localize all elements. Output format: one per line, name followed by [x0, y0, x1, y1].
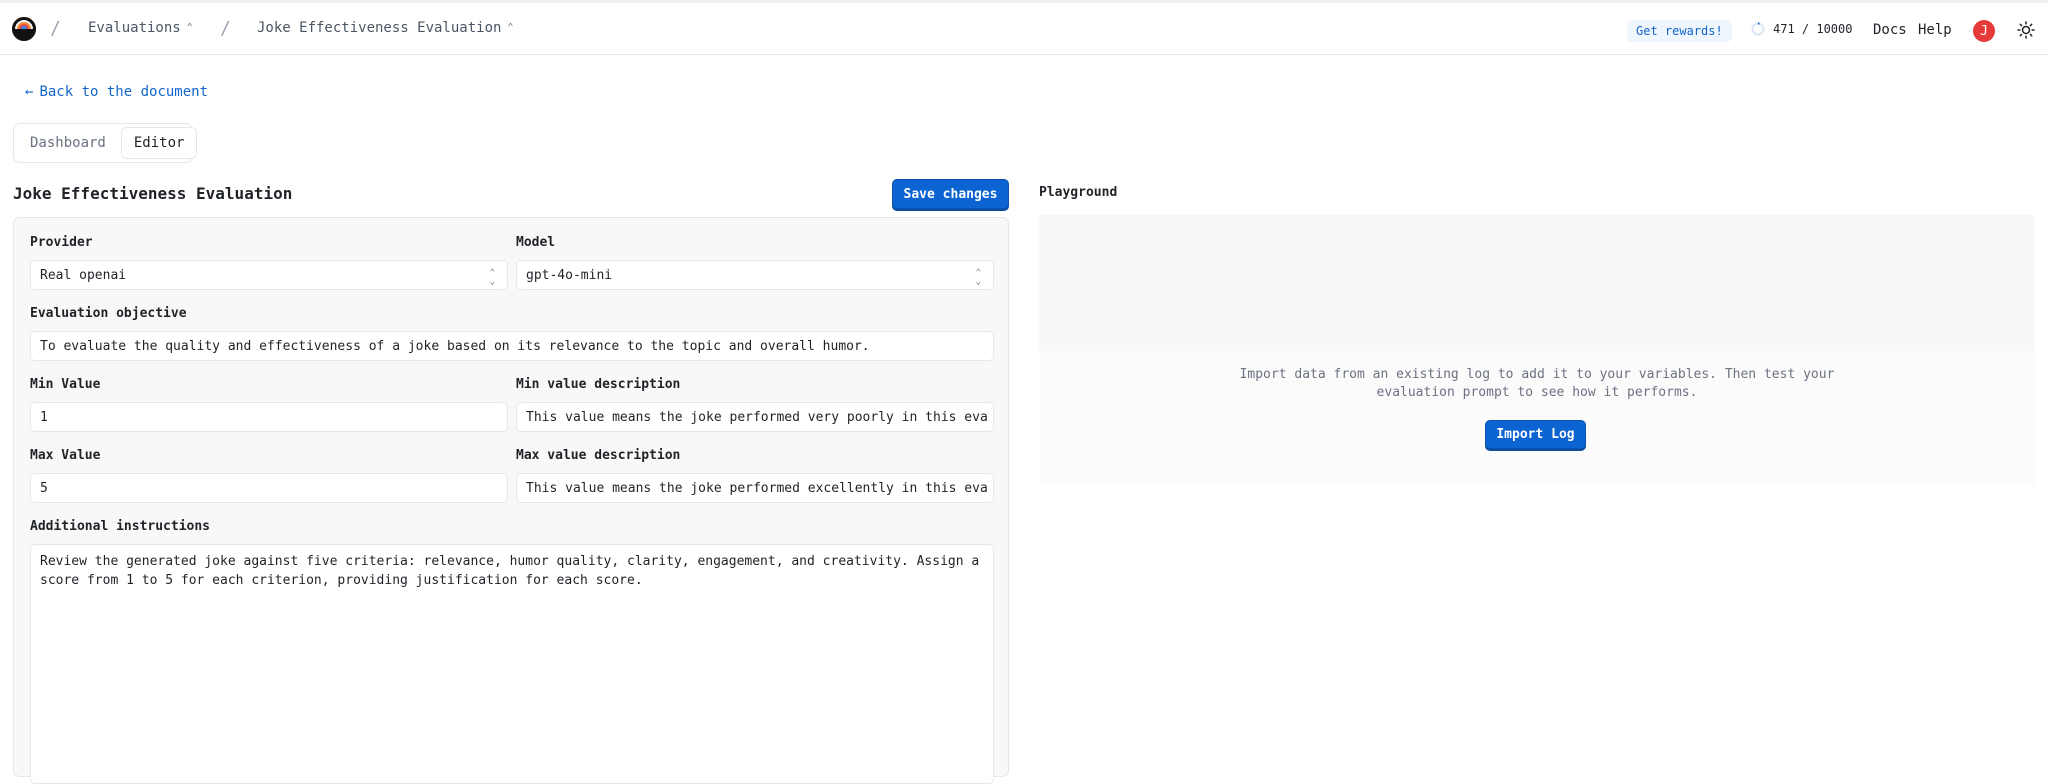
sun-icon[interactable] — [2017, 21, 2035, 39]
avatar[interactable]: J — [1973, 20, 1995, 42]
provider-select[interactable]: Real openai ⌃ ⌄ — [30, 260, 508, 290]
objective-value: To evaluate the quality and effectivenes… — [40, 338, 870, 354]
max-value-label: Max Value — [30, 448, 101, 463]
min-value: 1 — [40, 409, 48, 425]
instructions-label: Additional instructions — [30, 519, 211, 534]
min-value-label: Min Value — [30, 377, 101, 392]
min-description-value: This value means the joke performed very… — [526, 409, 988, 425]
model-value: gpt-4o-mini — [526, 267, 613, 283]
help-link[interactable]: Help — [1918, 22, 1952, 38]
instructions-textarea[interactable]: Review the generated joke against five c… — [30, 544, 994, 784]
chevron-updown-icon: ⌃ — [186, 22, 193, 33]
playground-panel: Import data from an existing log to add … — [1039, 215, 2035, 485]
breadcrumb-label: Joke Effectiveness Evaluation — [257, 20, 502, 36]
min-description-input[interactable]: This value means the joke performed very… — [516, 402, 994, 432]
max-value-input[interactable]: 5 — [30, 473, 508, 503]
min-value-input[interactable]: 1 — [30, 402, 508, 432]
tab-label: Editor — [133, 135, 185, 151]
save-button[interactable]: Save changes — [892, 179, 1009, 209]
min-description-label: Min value description — [516, 377, 681, 392]
breadcrumb-evaluation[interactable]: Joke Effectiveness Evaluation ⌃ — [257, 20, 513, 36]
objective-input[interactable]: To evaluate the quality and effectivenes… — [30, 331, 994, 361]
playground-title: Playground — [1039, 185, 1118, 200]
usage-indicator[interactable]: 471 / 10000 — [1751, 22, 1852, 36]
breadcrumb-label: Evaluations — [88, 20, 181, 36]
chevron-updown-icon: ⌃ ⌄ — [975, 268, 981, 287]
back-link[interactable]: ← Back to the document — [25, 84, 208, 100]
docs-link[interactable]: Docs — [1873, 22, 1907, 38]
provider-label: Provider — [30, 235, 93, 250]
page-title: Joke Effectiveness Evaluation — [13, 184, 293, 203]
breadcrumb-separator: / — [220, 18, 231, 39]
chevron-updown-icon: ⌃ ⌄ — [489, 268, 495, 287]
tab-label: Dashboard — [30, 135, 106, 151]
back-link-label: Back to the document — [39, 84, 209, 100]
model-select[interactable]: gpt-4o-mini ⌃ ⌄ — [516, 260, 994, 290]
tab-editor[interactable]: Editor — [121, 128, 197, 158]
max-description-input[interactable]: This value means the joke performed exce… — [516, 473, 994, 503]
avatar-initial: J — [1980, 23, 1988, 39]
max-description-label: Max value description — [516, 448, 681, 463]
objective-label: Evaluation objective — [30, 306, 187, 321]
max-value: 5 — [40, 480, 48, 496]
view-tabs: Dashboard Editor — [13, 123, 197, 163]
breadcrumb-evaluations[interactable]: Evaluations ⌃ — [88, 20, 193, 36]
model-label: Model — [516, 235, 556, 250]
playground-preview — [1039, 215, 2035, 351]
playground-message: Import data from an existing log to add … — [1239, 367, 1835, 400]
import-log-button[interactable]: Import Log — [1485, 420, 1586, 449]
rewards-label: Get rewards! — [1636, 24, 1723, 38]
top-bar: / Evaluations ⌃ / Joke Effectiveness Eva… — [0, 0, 2048, 55]
max-description-value: This value means the joke performed exce… — [526, 480, 988, 496]
editor-panel: Provider Real openai ⌃ ⌄ Model gpt-4o-min… — [13, 217, 1009, 784]
progress-ring-icon — [1751, 22, 1765, 36]
provider-value: Real openai — [40, 267, 127, 283]
tab-dashboard[interactable]: Dashboard — [18, 128, 118, 158]
rewards-button[interactable]: Get rewards! — [1627, 20, 1732, 42]
breadcrumb-separator: / — [50, 18, 61, 39]
app-logo[interactable] — [12, 17, 36, 41]
usage-count: 471 / 10000 — [1773, 22, 1853, 36]
chevron-updown-icon: ⌃ — [507, 22, 514, 33]
arrow-left-icon: ← — [25, 84, 34, 100]
